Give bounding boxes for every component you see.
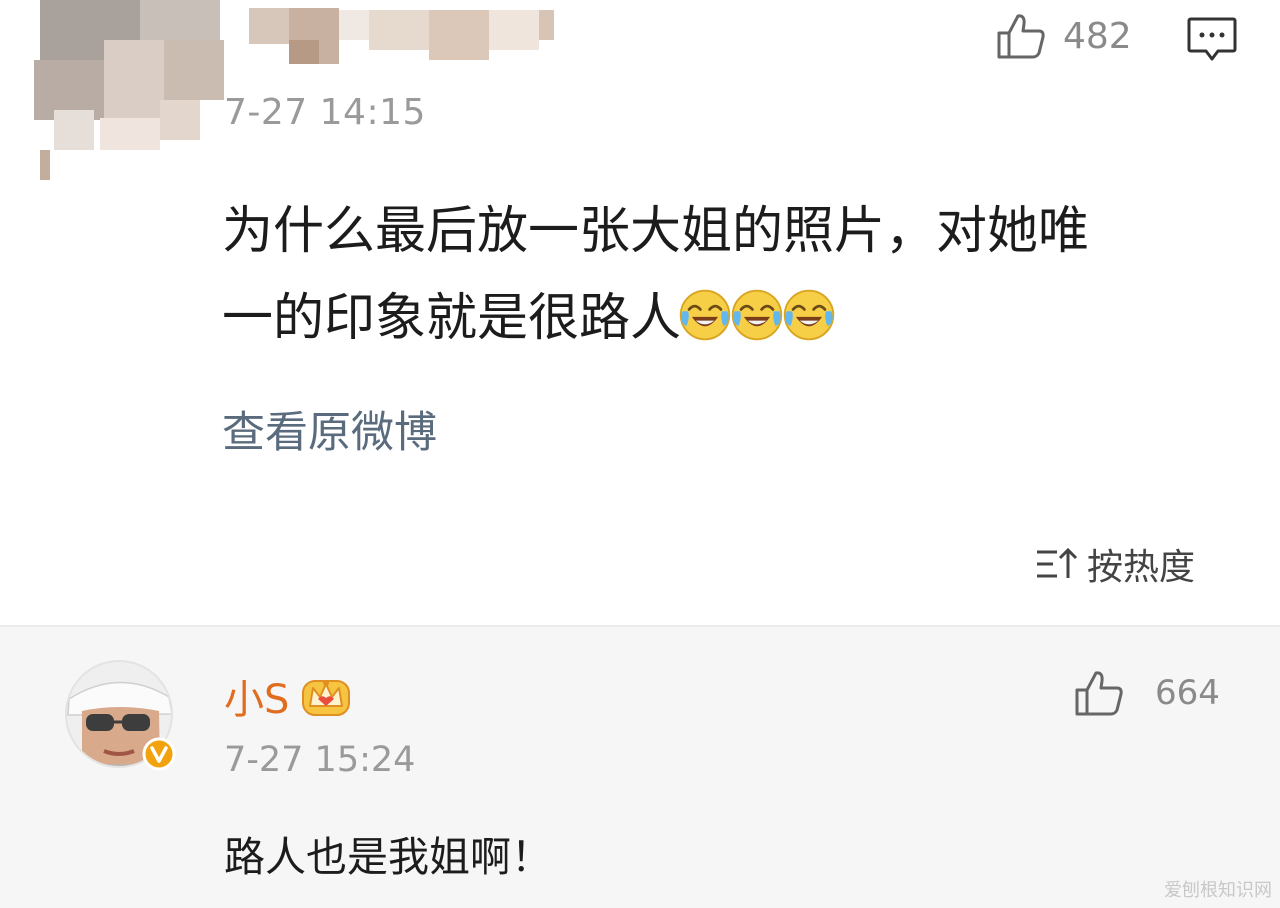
laugh-cry-emoji xyxy=(679,289,731,341)
reply-username-row: 小S xyxy=(224,667,351,725)
post-text-line-1: 为什么最后放一张大姐的照片，对她唯 xyxy=(222,202,1090,261)
view-original-link[interactable]: 查看原微博 xyxy=(222,398,437,460)
thumbs-up-icon xyxy=(1075,671,1123,716)
reply-card: 小S 664 7-27 15:24 路人也是我姐啊！ xyxy=(0,625,1280,908)
laugh-cry-emoji xyxy=(783,289,835,341)
verified-v-icon xyxy=(142,737,176,771)
post-text: 为什么最后放一张大姐的照片，对她唯 一的印象就是很路人 xyxy=(222,188,1202,362)
post-like-count: 482 xyxy=(1063,15,1132,57)
reply-text: 路人也是我姐啊！ xyxy=(224,833,552,881)
thumbs-up-icon xyxy=(997,14,1045,59)
post-like-button[interactable]: 482 xyxy=(995,12,1132,60)
reply-username[interactable]: 小S xyxy=(224,667,289,725)
post-text-line-2-row: 一的印象就是很路人 xyxy=(222,275,1202,362)
crown-badge-icon xyxy=(302,680,351,716)
reply-avatar[interactable] xyxy=(64,659,178,773)
laugh-cry-emoji xyxy=(731,289,783,341)
post-text-line-2: 一的印象就是很路人 xyxy=(222,289,682,348)
comment-icon[interactable] xyxy=(1185,15,1239,65)
watermark: 爱刨根知识网 xyxy=(1164,880,1272,901)
emoji-row xyxy=(679,289,837,348)
reply-like-count: 664 xyxy=(1155,673,1220,713)
sort-icon xyxy=(1037,547,1078,578)
sort-label: 按热度 xyxy=(1087,547,1196,588)
reply-like-button[interactable]: 664 xyxy=(1073,669,1220,717)
reply-timestamp: 7-27 15:24 xyxy=(224,740,416,780)
sort-by-hot-button[interactable]: 按热度 xyxy=(1033,538,1195,590)
post-timestamp: 7-27 14:15 xyxy=(224,92,426,133)
comment-card: 482 7-27 14:15 为什么最后放一张大姐的照片，对她唯 一的印象就是很… xyxy=(0,0,1280,625)
